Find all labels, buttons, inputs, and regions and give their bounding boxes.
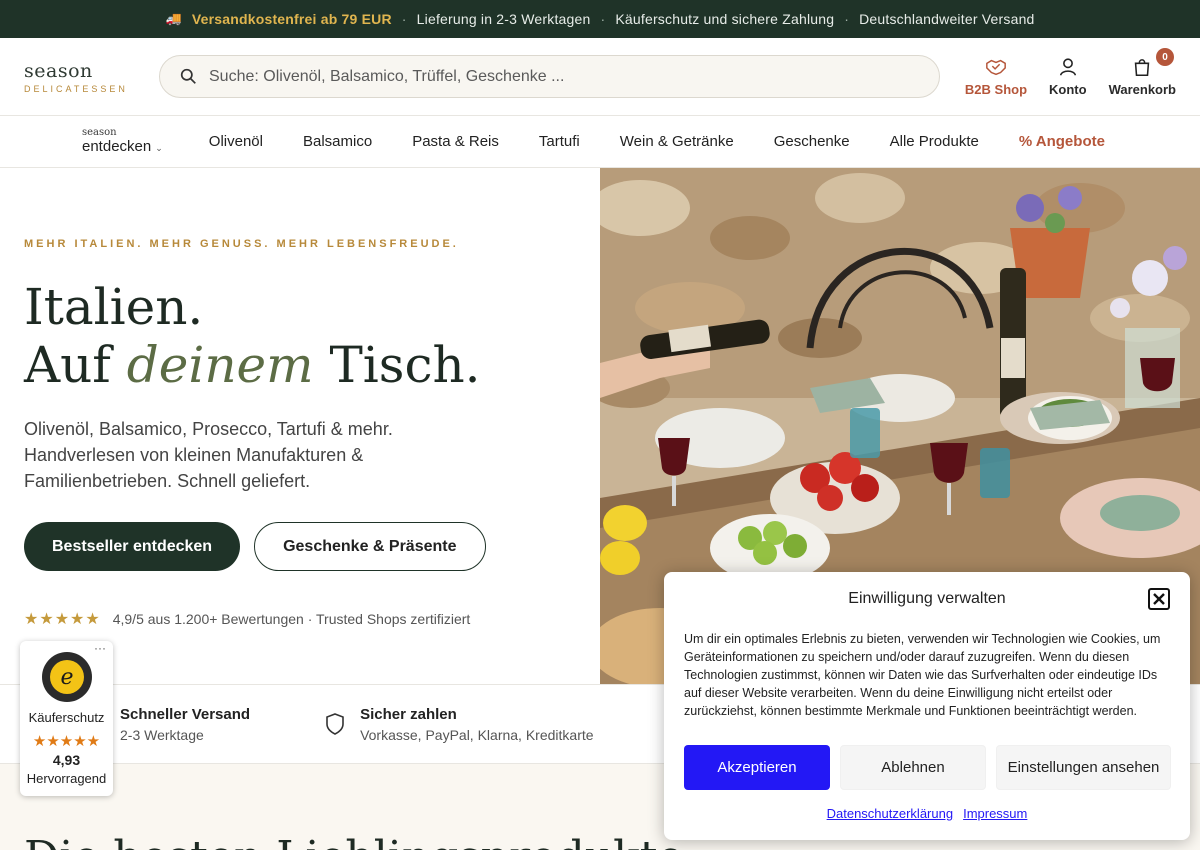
nav-item-angebote[interactable]: % Angebote — [1019, 133, 1105, 150]
hero-title-line1: Italien. — [24, 278, 204, 336]
feature-payment-title: Sicher zahlen — [360, 705, 457, 723]
more-icon[interactable]: ··· — [94, 641, 106, 655]
hero-buttons: Bestseller entdecken Geschenke & Präsent… — [24, 522, 576, 571]
discover-menu[interactable]: season entdecken ⌄ — [82, 126, 163, 156]
nav-item-pasta-reis[interactable]: Pasta & Reis — [412, 133, 499, 150]
imprint-link[interactable]: Impressum — [963, 806, 1027, 821]
truck-icon: 🚚 — [165, 11, 182, 26]
separator: · — [600, 11, 606, 27]
rating-summary: ★★★★★ 4,9/5 aus 1.200+ Bewertungen · Tru… — [24, 609, 576, 629]
header-actions: B2B Shop Konto Warenkorb 0 — [965, 48, 1176, 97]
separator: · — [401, 11, 407, 27]
nav-item-wein-getraenke[interactable]: Wein & Getränke — [620, 133, 734, 150]
nav-item-olivenoel[interactable]: Olivenöl — [209, 133, 263, 150]
hero-title-auf: Auf — [24, 336, 111, 394]
search-icon — [180, 68, 196, 84]
gifts-button[interactable]: Geschenke & Präsente — [254, 522, 486, 571]
hero-text-column: MEHR ITALIEN. MEHR GENUSS. MEHR LEBENSFR… — [0, 168, 600, 685]
user-icon — [1059, 58, 1076, 76]
trusted-shops-seal-icon: e — [41, 652, 92, 702]
separator: · — [844, 11, 850, 27]
discover-label: entdecken — [82, 137, 152, 155]
handshake-icon — [986, 59, 1006, 76]
hero-title-tisch: Tisch. — [329, 336, 481, 394]
consent-buttons: Akzeptieren Ablehnen Einstellungen anseh… — [684, 745, 1171, 790]
bestseller-button[interactable]: Bestseller entdecken — [24, 522, 241, 571]
feature-shipping-title: Schneller Versand — [120, 705, 251, 723]
nav-item-tartufi[interactable]: Tartufi — [539, 133, 580, 150]
free-shipping-text: Versandkostenfrei ab 79 EUR — [191, 11, 392, 27]
b2b-shop-button[interactable]: B2B Shop — [965, 56, 1027, 97]
delivery-text: Lieferung in 2-3 Werktagen — [416, 11, 591, 27]
feature-shipping: Schneller Versand 2-3 Werktage — [120, 706, 250, 743]
search-bar[interactable] — [159, 55, 940, 98]
hero-title-deinem: deinem — [126, 336, 314, 394]
trusted-shops-stars: ★★★★★ — [32, 733, 101, 750]
chevron-down-icon: ⌄ — [155, 142, 163, 153]
main-nav: season entdecken ⌄ Olivenöl Balsamico Pas… — [0, 116, 1200, 168]
hero-subtitle: Olivenöl, Balsamico, Prosecco, Tartufi &… — [24, 419, 393, 491]
trusted-shops-score: 4,93 — [52, 752, 81, 768]
feature-payment-sub: Vorkasse, PayPal, Klarna, Kreditkarte — [360, 726, 594, 743]
discover-small-text: season — [82, 126, 117, 138]
protection-text: Käuferschutz und sichere Zahlung — [615, 11, 835, 27]
privacy-policy-link[interactable]: Datenschutzerklärung — [827, 806, 953, 821]
rating-text: 4,9/5 aus 1.200+ Bewertungen · Trusted S… — [112, 611, 471, 627]
announcement-bar: 🚚 Versandkostenfrei ab 79 EUR · Lieferun… — [0, 0, 1200, 38]
feature-payment: Sicher zahlen Vorkasse, PayPal, Klarna, … — [324, 705, 594, 743]
close-button[interactable] — [1148, 588, 1170, 610]
seal-letter: e — [60, 665, 73, 690]
trusted-shops-badge[interactable]: ··· e Käuferschutz ★★★★★ 4,93 Hervorrage… — [20, 641, 113, 796]
hero-title: Italien. Auf deinem Tisch. — [24, 278, 576, 394]
account-label: Konto — [1049, 82, 1087, 97]
consent-text: Um dir ein optimales Erlebnis zu bieten,… — [684, 632, 1161, 718]
section-title: Die besten Lieblingsprodukte — [24, 832, 684, 850]
shopping-bag-icon — [1135, 59, 1150, 77]
cart-label: Warenkorb — [1108, 82, 1176, 97]
search-input[interactable] — [209, 67, 909, 86]
trusted-shops-label: Käuferschutz — [28, 710, 105, 725]
view-settings-button[interactable]: Einstellungen ansehen — [996, 745, 1171, 790]
nav-item-geschenke[interactable]: Geschenke — [774, 133, 850, 150]
cart-button[interactable]: Warenkorb 0 — [1108, 48, 1176, 97]
consent-links: Datenschutzerklärung Impressum — [664, 806, 1190, 821]
b2b-shop-label: B2B Shop — [964, 82, 1028, 97]
consent-title: Einwilligung verwalten — [848, 590, 1006, 607]
nav-item-alle-produkte[interactable]: Alle Produkte — [890, 133, 979, 150]
logo-main-text: season — [24, 59, 93, 82]
close-icon — [1153, 593, 1165, 605]
nav-item-balsamico[interactable]: Balsamico — [303, 133, 372, 150]
shield-icon — [326, 713, 344, 735]
nationwide-text: Deutschlandweiter Versand — [859, 11, 1035, 27]
logo[interactable]: season DELICATESSEN — [24, 60, 159, 94]
rating-stars: ★★★★★ — [24, 611, 101, 628]
cart-count-badge: 0 — [1156, 48, 1174, 66]
site-header: season DELICATESSEN B2B Shop Konto Waren… — [0, 38, 1200, 116]
logo-sub-text: DELICATESSEN — [24, 83, 128, 94]
hero-eyebrow: MEHR ITALIEN. MEHR GENUSS. MEHR LEBENSFR… — [24, 238, 459, 250]
trusted-shops-verdict: Hervorragend — [26, 771, 107, 786]
cookie-consent-dialog: Einwilligung verwalten Um dir ein optima… — [664, 572, 1190, 840]
account-button[interactable]: Konto — [1049, 56, 1087, 97]
deny-button[interactable]: Ablehnen — [840, 745, 986, 790]
accept-button[interactable]: Akzeptieren — [684, 745, 830, 790]
feature-shipping-sub: 2-3 Werktage — [120, 726, 204, 743]
